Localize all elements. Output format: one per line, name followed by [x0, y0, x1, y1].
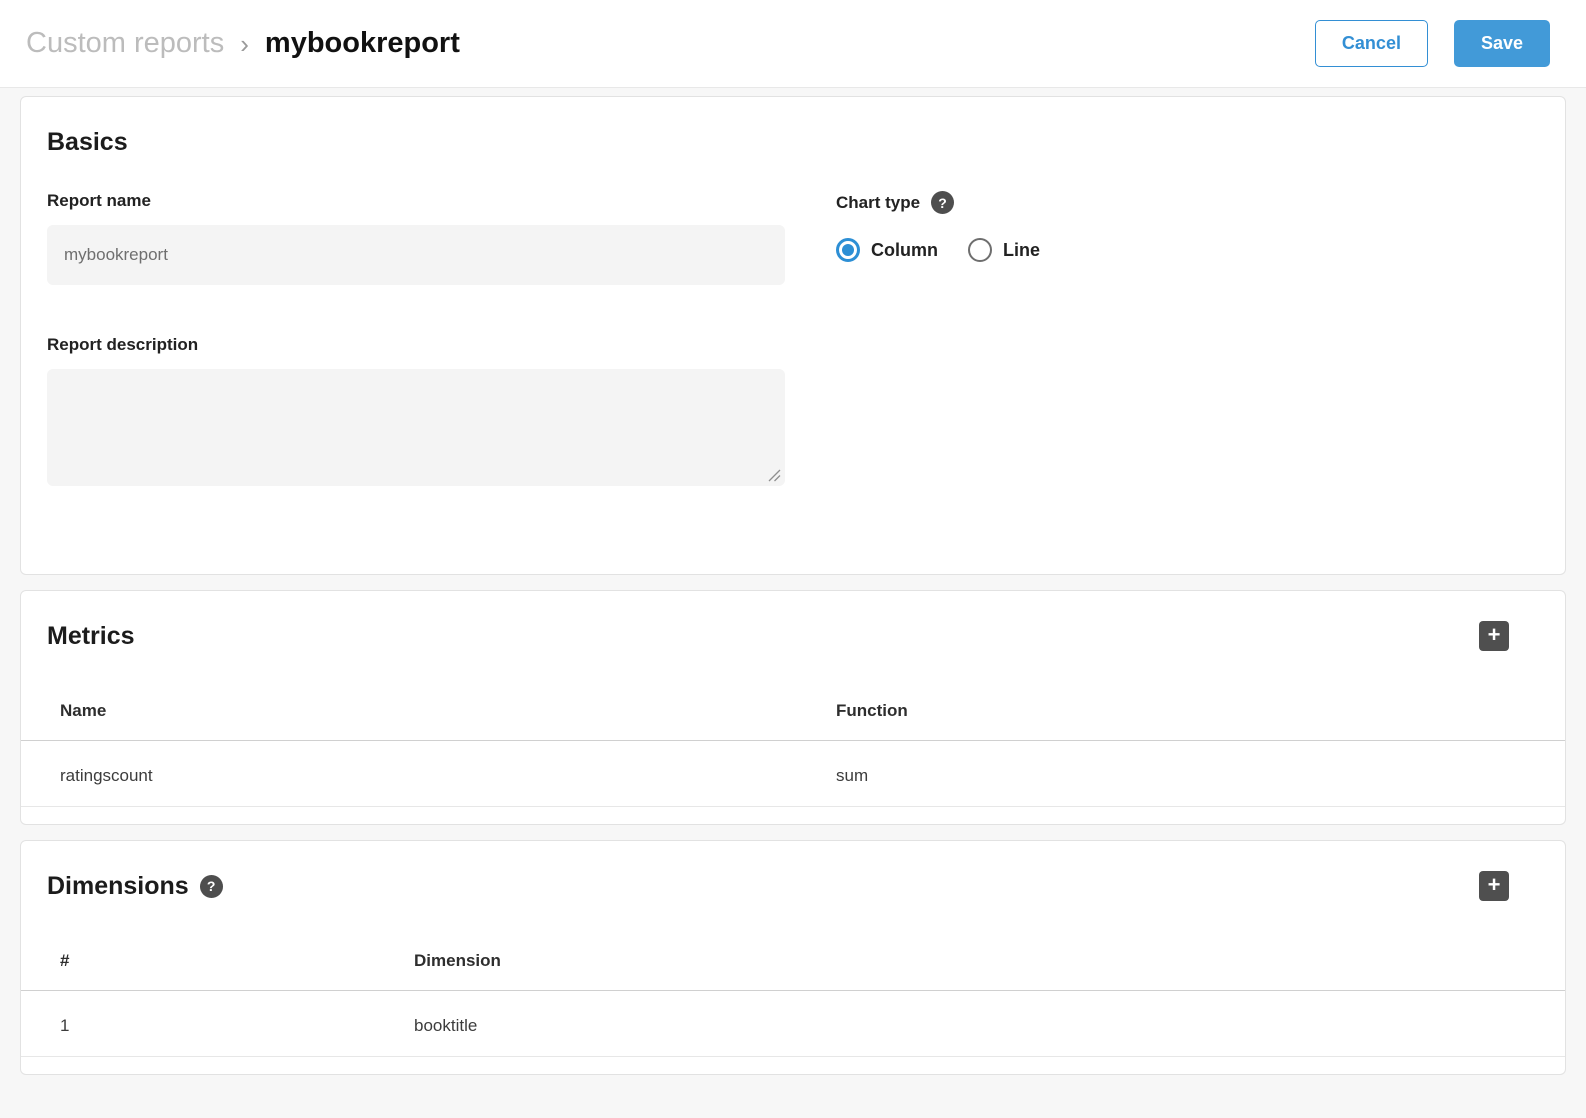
cancel-button[interactable]: Cancel: [1315, 20, 1428, 68]
report-description-field: [47, 369, 785, 486]
chart-type-option-line-label: Line: [1003, 240, 1040, 261]
dimensions-column-dimension: Dimension: [414, 931, 1565, 991]
table-row[interactable]: 1 booktitle: [21, 991, 1565, 1057]
metric-function-cell: sum: [836, 741, 1565, 807]
dimension-name-cell: booktitle: [414, 991, 1565, 1057]
plus-icon: +: [1488, 624, 1501, 646]
chart-type-help-icon[interactable]: ?: [931, 191, 954, 214]
dimensions-table-header-row: # Dimension: [21, 931, 1565, 991]
breadcrumb: Custom reports › mybookreport: [26, 27, 460, 60]
metrics-card: Metrics + Name Function ratingscount sum: [20, 590, 1566, 825]
report-name-input[interactable]: [47, 225, 785, 285]
chevron-right-icon: ›: [240, 27, 249, 60]
radio-unselected-icon[interactable]: [968, 238, 992, 262]
add-dimension-button[interactable]: +: [1479, 871, 1509, 901]
table-row[interactable]: ratingscount sum: [21, 741, 1565, 807]
basics-right-column: Chart type ? Column Line: [836, 191, 1537, 486]
top-bar: Custom reports › mybookreport Cancel Sav…: [0, 0, 1586, 88]
metrics-column-function: Function: [836, 681, 1565, 741]
dimensions-card-footer: [21, 1057, 1565, 1074]
basics-card: Basics Report name Report description: [20, 96, 1566, 575]
report-description-input[interactable]: [47, 369, 785, 486]
dimensions-title: Dimensions: [47, 871, 189, 901]
report-editor: Basics Report name Report description: [0, 88, 1586, 1075]
chart-type-header: Chart type ?: [836, 191, 1537, 214]
chart-type-label: Chart type: [836, 193, 920, 213]
dimensions-card: Dimensions ? + # Dimension 1 booktitle: [20, 840, 1566, 1075]
metrics-card-footer: [21, 807, 1565, 824]
metrics-title: Metrics: [47, 621, 135, 651]
dimensions-title-group: Dimensions ?: [47, 871, 223, 901]
radio-selected-icon[interactable]: [836, 238, 860, 262]
dimensions-table: # Dimension 1 booktitle: [21, 931, 1565, 1057]
dimensions-card-header: Dimensions ? +: [21, 841, 1565, 901]
metrics-table: Name Function ratingscount sum: [21, 681, 1565, 807]
report-description-label: Report description: [47, 335, 785, 355]
basics-grid: Report name Report description Chart typ…: [47, 191, 1537, 486]
basics-left-column: Report name Report description: [47, 191, 785, 486]
dimensions-column-number: #: [21, 931, 414, 991]
add-metric-button[interactable]: +: [1479, 621, 1509, 651]
metrics-table-header-row: Name Function: [21, 681, 1565, 741]
dimensions-help-icon[interactable]: ?: [200, 875, 223, 898]
resize-handle-icon[interactable]: [768, 469, 781, 482]
metric-name-cell: ratingscount: [21, 741, 836, 807]
dimension-number-cell: 1: [21, 991, 414, 1057]
header-actions: Cancel Save: [1315, 20, 1550, 68]
report-name-label: Report name: [47, 191, 785, 211]
breadcrumb-current: mybookreport: [265, 27, 460, 60]
metrics-card-header: Metrics +: [21, 591, 1565, 651]
chart-type-option-line[interactable]: Line: [968, 238, 1040, 262]
chart-type-options: Column Line: [836, 238, 1537, 262]
chart-type-option-column[interactable]: Column: [836, 238, 938, 262]
breadcrumb-parent[interactable]: Custom reports: [26, 27, 224, 60]
basics-title: Basics: [47, 127, 1537, 157]
plus-icon: +: [1488, 874, 1501, 896]
save-button[interactable]: Save: [1454, 20, 1550, 68]
chart-type-option-column-label: Column: [871, 240, 938, 261]
metrics-column-name: Name: [21, 681, 836, 741]
